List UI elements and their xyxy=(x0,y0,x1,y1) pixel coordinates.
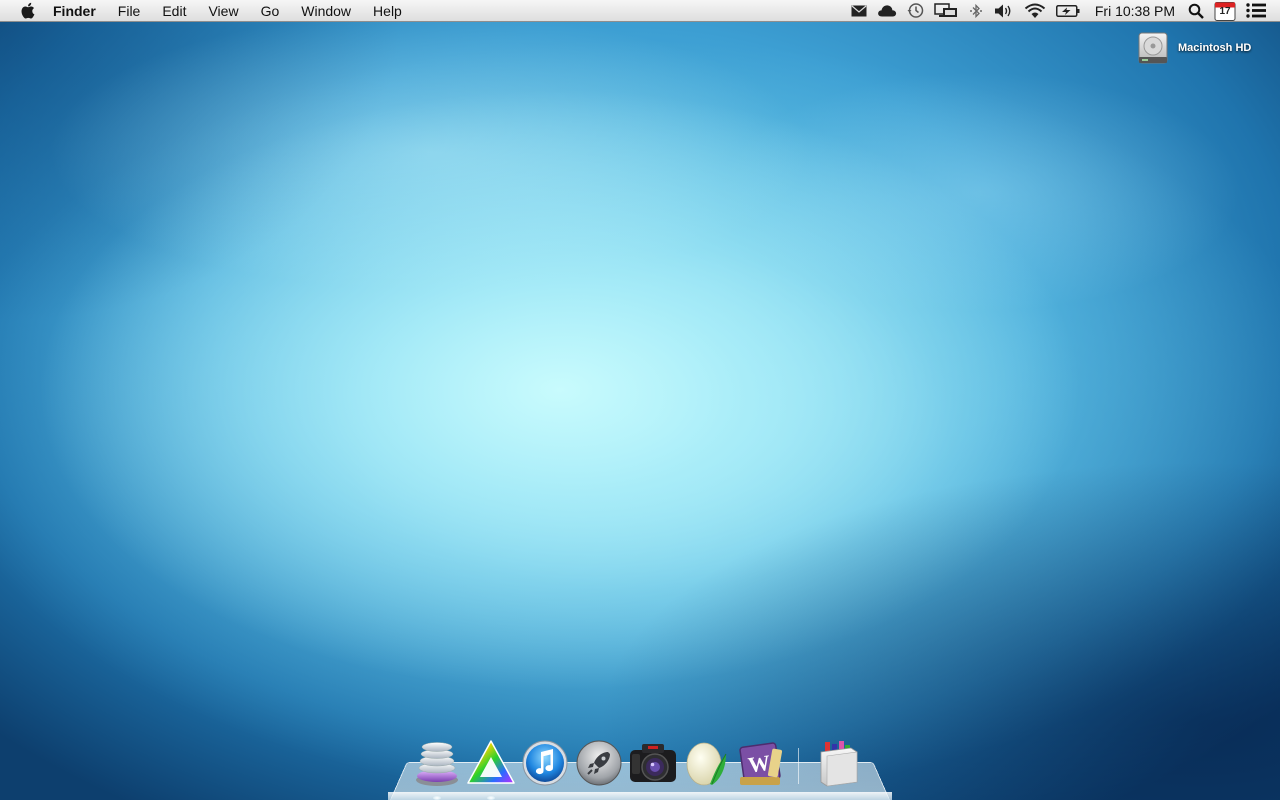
menu-clock[interactable]: Fri 10:38 PM xyxy=(1085,0,1183,22)
menu-view[interactable]: View xyxy=(197,0,249,22)
menu-file[interactable]: File xyxy=(107,0,152,22)
launchpad-icon[interactable] xyxy=(572,736,626,790)
menu-go[interactable]: Go xyxy=(250,0,291,22)
menu-app-name[interactable]: Finder xyxy=(53,0,107,22)
menu-window[interactable]: Window xyxy=(290,0,362,22)
desktop-item-macintosh-hd[interactable]: Macintosh HD xyxy=(1136,30,1264,66)
camera-app-icon[interactable] xyxy=(626,736,680,790)
spotlight-icon[interactable] xyxy=(1183,0,1209,22)
time-machine-icon[interactable] xyxy=(902,0,929,22)
mail-icon[interactable] xyxy=(846,0,872,22)
display-mirroring-icon[interactable] xyxy=(929,0,963,22)
wifi-icon[interactable] xyxy=(1019,0,1051,22)
svg-text:W: W xyxy=(746,750,771,778)
menu-help[interactable]: Help xyxy=(362,0,413,22)
egg-feather-app-icon[interactable] xyxy=(680,736,734,790)
stack-app-icon[interactable] xyxy=(410,736,464,800)
menu-bar-left: Finder File Edit View Go Window Help xyxy=(0,0,413,22)
volume-icon[interactable] xyxy=(989,0,1019,22)
itunes-icon[interactable] xyxy=(518,736,572,790)
applications-folder-icon[interactable] xyxy=(811,736,865,790)
cloud-icon[interactable] xyxy=(872,0,902,22)
dock-separator xyxy=(798,748,799,784)
dock-shelf-edge xyxy=(388,792,892,800)
desktop-item-label: Macintosh HD xyxy=(1178,42,1252,54)
calendar-day-label: 17 xyxy=(1219,5,1231,17)
notification-center-icon[interactable] xyxy=(1241,0,1280,22)
menu-bar: Finder File Edit View Go Window Help Fri… xyxy=(0,0,1280,22)
bluetooth-icon[interactable] xyxy=(963,0,989,22)
battery-icon[interactable] xyxy=(1051,0,1085,22)
wordpress-app-icon[interactable]: W xyxy=(734,736,788,790)
calendar-icon[interactable]: 17 xyxy=(1209,0,1241,22)
menu-edit[interactable]: Edit xyxy=(151,0,197,22)
dock: W xyxy=(410,734,865,800)
running-indicator xyxy=(433,796,441,800)
hard-drive-icon xyxy=(1136,31,1170,65)
apple-logo-icon[interactable] xyxy=(19,2,35,20)
running-indicator xyxy=(487,796,495,800)
desktop-wallpaper xyxy=(0,22,1280,800)
menu-bar-status-area: Fri 10:38 PM 17 xyxy=(846,0,1280,22)
prism-app-icon[interactable] xyxy=(464,736,518,800)
